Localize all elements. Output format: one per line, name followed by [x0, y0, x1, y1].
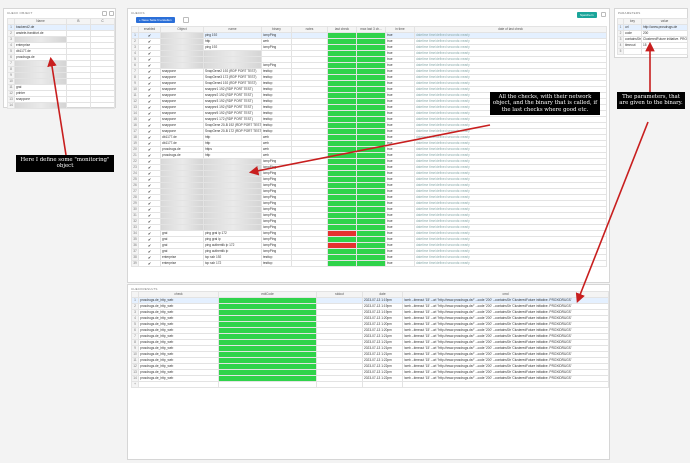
arrow-right-down — [575, 121, 649, 303]
arrow-left — [47, 56, 67, 156]
annotation-arrows — [47, 41, 655, 303]
arrow-middle — [248, 124, 491, 176]
note-right: The parameters, that are given to the bi… — [617, 92, 685, 109]
note-left: Here I define some "monitoring" object — [16, 155, 114, 172]
note-middle: All the checks, with their network objec… — [490, 92, 600, 116]
